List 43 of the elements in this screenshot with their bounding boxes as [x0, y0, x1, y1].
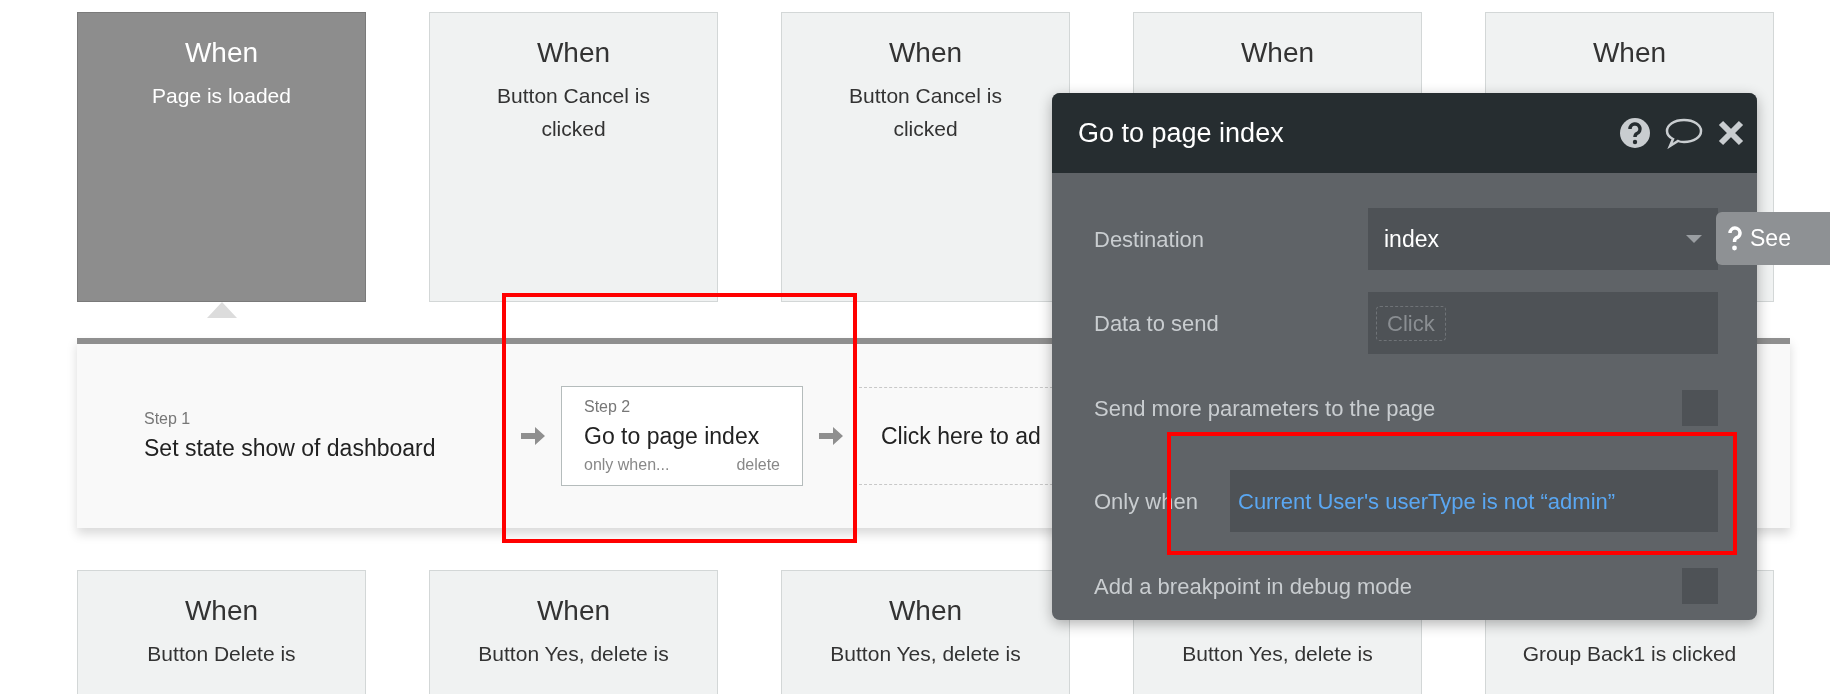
card-title: When [536, 36, 611, 70]
event-card[interactable]: When Button Delete is [77, 570, 366, 694]
card-title: When [1592, 36, 1667, 70]
workflow-step[interactable]: Step 1 Set state show of dashboard [121, 397, 505, 475]
question-icon [1728, 225, 1742, 252]
caret-icon [1686, 235, 1702, 243]
help-icon[interactable] [1619, 117, 1651, 149]
card-title: When [184, 36, 259, 70]
field-label: Send more parameters to the page [1094, 394, 1436, 423]
card-description: Button Cancel is clicked [496, 83, 651, 142]
event-card[interactable]: When Button Yes, delete is [429, 570, 718, 694]
workflow-step[interactable]: Step 2 Go to page index only when... delete [561, 385, 803, 487]
field-label: Destination [1094, 225, 1205, 254]
event-card[interactable]: When Button Cancel is clicked [781, 12, 1070, 302]
card-title: When [184, 594, 259, 628]
destination-dropdown[interactable]: index [1368, 208, 1718, 270]
arrow-icon [817, 424, 845, 448]
card-description: Button Yes, delete is [477, 641, 670, 667]
pointer-icon [207, 302, 237, 318]
card-description: Button Yes, delete is [1181, 641, 1374, 667]
field-label: Add a breakpoint in debug mode [1094, 572, 1412, 601]
delete-link[interactable]: delete [736, 453, 780, 478]
card-title: When [888, 594, 963, 628]
arrow-icon [519, 424, 547, 448]
only-when-link[interactable]: only when... [584, 453, 670, 478]
event-card[interactable]: When Button Yes, delete is [781, 570, 1070, 694]
step-action: Go to page index [584, 421, 761, 451]
card-description: Button Delete is [146, 641, 297, 667]
step-action: Set state show of dashboard [144, 433, 437, 463]
card-title: When [1240, 36, 1315, 70]
card-description: Page is loaded [151, 83, 292, 109]
card-title: When [888, 36, 963, 70]
comment-icon[interactable] [1665, 117, 1703, 149]
card-description: Group Back1 is clicked [1521, 641, 1738, 667]
card-description: Button Yes, delete is [829, 641, 1022, 667]
close-icon[interactable] [1717, 119, 1745, 147]
field-label: Data to send [1094, 309, 1219, 338]
card-description: Button Cancel is clicked [848, 83, 1003, 142]
step-label: Step 1 [144, 408, 192, 429]
event-card[interactable]: When Button Cancel is clicked [429, 12, 718, 302]
step-label: Step 2 [584, 396, 632, 417]
card-title: When [536, 594, 611, 628]
popup-title: Go to page index [1078, 116, 1284, 150]
